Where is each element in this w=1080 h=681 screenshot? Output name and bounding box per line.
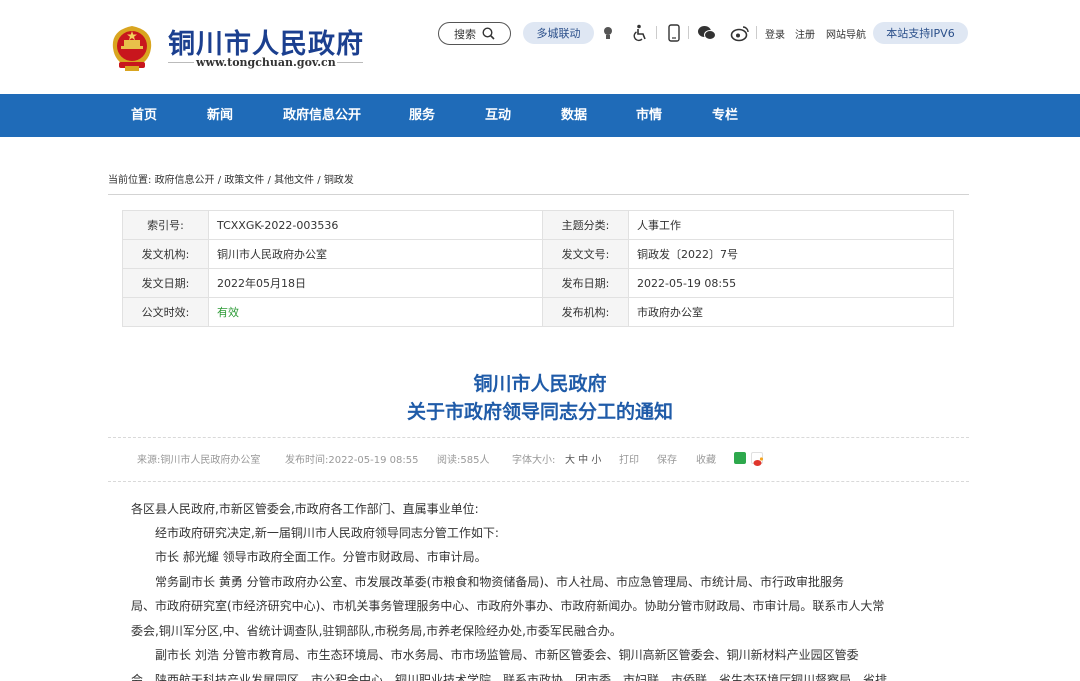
language-icon[interactable] [598, 22, 618, 44]
accessibility-icon[interactable] [630, 22, 650, 44]
breadcrumb: 当前位置: 政府信息公开 / 政策文件 / 其他文件 / 铜政发 [108, 171, 354, 186]
nav-item-news[interactable]: 新闻 [207, 94, 233, 137]
separator [656, 26, 657, 39]
breadcrumb-separator: / [317, 175, 321, 186]
mobile-icon[interactable] [664, 22, 684, 44]
view-count: 阅读:585人 [437, 455, 490, 466]
meta-key: 发布机构: [542, 297, 629, 327]
share-weibo-icon[interactable] [751, 452, 764, 466]
url-divider-right [337, 62, 363, 63]
meta-key: 索引号: [122, 210, 209, 240]
meta-value: 铜川市人民政府办公室 [208, 239, 543, 269]
document-title-line1: 铜川市人民政府 [473, 373, 607, 395]
meta-key: 公文时效: [122, 297, 209, 327]
nav-item-gov-info[interactable]: 政府信息公开 [283, 94, 361, 137]
breadcrumb-link[interactable]: 铜政发 [324, 175, 354, 186]
ipv6-badge: 本站支持IPV6 [873, 22, 968, 44]
table-row: 索引号: TCXXGK-2022-003536 主题分类: 人事工作 [122, 210, 954, 240]
url-divider-left [168, 62, 194, 63]
body-paragraph: 会、陕西航天科技产业发展园区、市公积金中心、铜川职业技术学院。联系市政协、团市委… [131, 673, 888, 681]
emblem-icon[interactable] [107, 20, 157, 72]
register-link[interactable]: 注册 [795, 26, 815, 41]
nav-item-city-info[interactable]: 市情 [636, 94, 662, 137]
search-icon [482, 27, 495, 40]
nav-item-services[interactable]: 服务 [409, 94, 435, 137]
validity-status: 有效 [208, 297, 543, 327]
save-button[interactable]: 保存 [657, 451, 677, 466]
body-paragraph: 各区县人民政府,市新区管委会,市政府各工作部门、直属事业单位: [131, 502, 479, 516]
nav-item-columns[interactable]: 专栏 [712, 94, 738, 137]
breadcrumb-separator: / [217, 175, 222, 186]
body-paragraph: 局、市政府研究室(市经济研究中心)、市机关事务管理服务中心、市政府外事办、市政府… [131, 599, 885, 613]
document-title-line2: 关于市政府领导同志分工的通知 [406, 401, 673, 423]
body-paragraph: 委会,铜川军分区,中、省统计调查队,驻铜部队,市税务局,市养老保险经办处,市委军… [131, 624, 622, 638]
multi-city-button[interactable]: 多城联动 [523, 22, 594, 44]
site-header: 铜川市人民政府 www.tongchuan.gov.cn 搜索 多城联动 登录 … [0, 0, 1080, 94]
meta-value: TCXXGK-2022-003536 [208, 210, 543, 240]
table-row: 发文日期: 2022年05月18日 发布日期: 2022-05-19 08:55 [122, 268, 954, 298]
nav-item-home[interactable]: 首页 [131, 94, 157, 137]
separator [756, 26, 757, 39]
share-wechat-icon[interactable] [734, 452, 746, 464]
meta-key: 发布日期: [542, 268, 629, 298]
print-button[interactable]: 打印 [619, 451, 639, 466]
meta-key: 主题分类: [542, 210, 629, 240]
nav-item-data[interactable]: 数据 [561, 94, 587, 137]
site-url: www.tongchuan.gov.cn [196, 56, 336, 69]
table-row: 公文时效: 有效 发布机构: 市政府办公室 [122, 297, 954, 327]
body-paragraph: 副市长 刘浩 分管市教育局、市生态环境局、市水务局、市市场监管局、市新区管委会、… [131, 648, 859, 662]
divider [108, 194, 969, 195]
wechat-icon[interactable] [697, 22, 717, 44]
meta-value: 铜政发〔2022〕7号 [628, 239, 954, 269]
weibo-icon[interactable] [730, 22, 750, 44]
font-size-label: 字体大小: [512, 455, 556, 466]
favorite-button[interactable]: 收藏 [696, 451, 716, 466]
meta-value: 2022-05-19 08:55 [628, 268, 954, 298]
document-metadata-table: 索引号: TCXXGK-2022-003536 主题分类: 人事工作 发文机构:… [122, 210, 954, 327]
breadcrumb-link[interactable]: 政策文件 [224, 175, 264, 186]
divider [108, 437, 969, 438]
font-size-options[interactable]: 大 中 小 [565, 451, 601, 466]
search-button[interactable]: 搜索 [438, 22, 511, 45]
meta-key: 发文日期: [122, 268, 209, 298]
meta-value: 人事工作 [628, 210, 954, 240]
main-nav: 首页 新闻 政府信息公开 服务 互动 数据 市情 专栏 [0, 94, 1080, 137]
body-paragraph: 市长 郝光耀 领导市政府全面工作。分管市财政局、市审计局。 [131, 550, 487, 564]
meta-value: 2022年05月18日 [208, 268, 543, 298]
meta-key: 发文文号: [542, 239, 629, 269]
source-info: 来源:铜川市人民政府办公室 [137, 455, 261, 466]
sitemap-link[interactable]: 网站导航 [826, 26, 866, 41]
nav-item-interaction[interactable]: 互动 [485, 94, 511, 137]
divider [108, 481, 969, 482]
body-paragraph: 经市政府研究决定,新一届铜川市人民政府领导同志分管工作如下: [131, 526, 499, 540]
search-label: 搜索 [454, 27, 476, 41]
breadcrumb-link[interactable]: 其他文件 [274, 175, 314, 186]
login-link[interactable]: 登录 [765, 26, 785, 41]
publish-time: 发布时间:2022-05-19 08:55 [285, 455, 419, 466]
body-paragraph: 常务副市长 黄勇 分管市政府办公室、市发展改革委(市粮食和物资储备局)、市人社局… [131, 575, 844, 589]
meta-value: 市政府办公室 [628, 297, 954, 327]
breadcrumb-prefix: 当前位置: [108, 175, 152, 186]
table-row: 发文机构: 铜川市人民政府办公室 发文文号: 铜政发〔2022〕7号 [122, 239, 954, 269]
separator [688, 26, 689, 39]
meta-key: 发文机构: [122, 239, 209, 269]
breadcrumb-link[interactable]: 政府信息公开 [155, 175, 215, 186]
breadcrumb-separator: / [267, 175, 271, 186]
